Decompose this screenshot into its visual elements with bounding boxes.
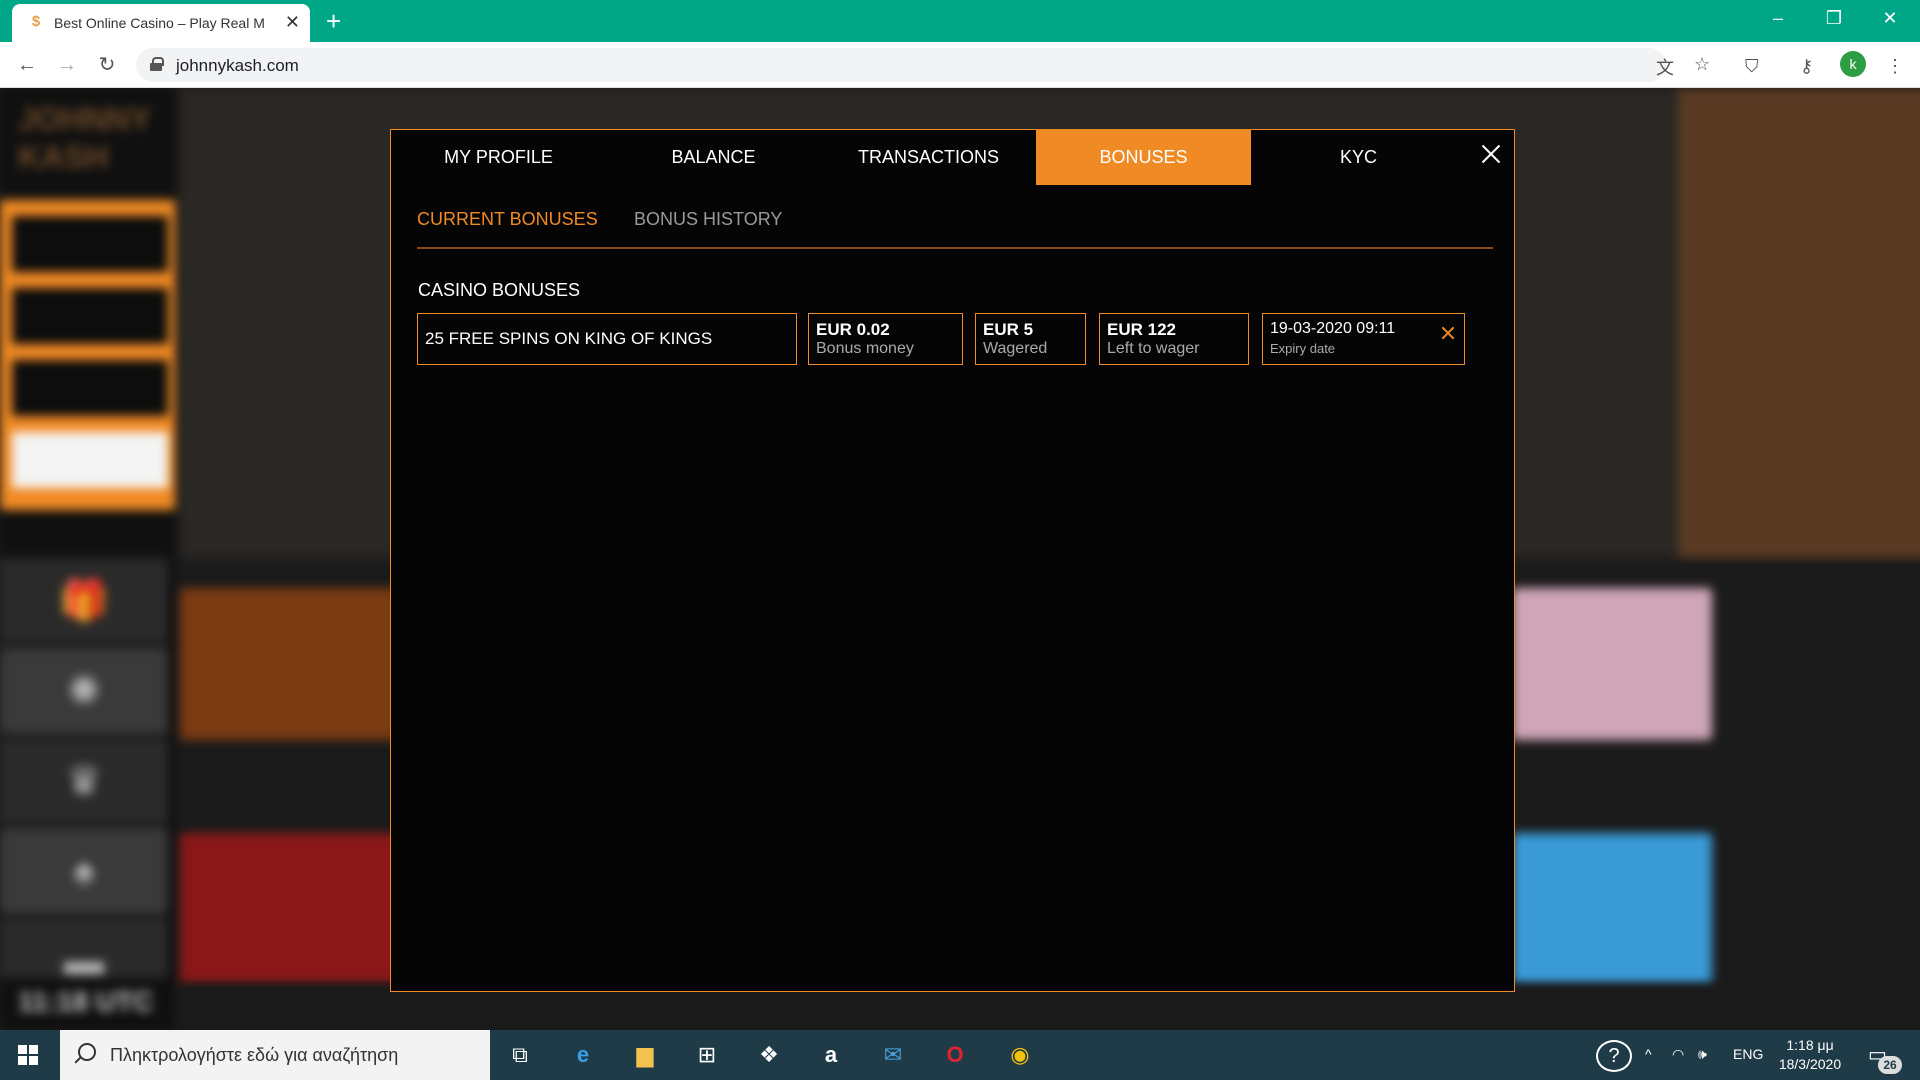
minimize-icon[interactable]: – [1758, 6, 1798, 30]
tab-my-profile[interactable]: MY PROFILE [391, 130, 606, 185]
account-panel [0, 200, 175, 510]
site-logo: JOHNNY KASH [18, 101, 152, 175]
url-text[interactable]: johnnykash.com [176, 56, 299, 76]
chrome-icon[interactable]: ◉ [1005, 1040, 1035, 1070]
bonus-money-label: Bonus money [816, 340, 914, 357]
browser-titlebar: $ Best Online Casino – Play Real M ✕ + –… [0, 0, 1920, 42]
reload-icon[interactable]: ↻ [94, 52, 120, 78]
tab-bonuses[interactable]: BONUSES [1036, 130, 1251, 185]
file-explorer-icon[interactable]: ▆ [630, 1040, 660, 1070]
left-to-wager-label: Left to wager [1107, 340, 1200, 357]
opera-icon[interactable]: O [940, 1040, 970, 1070]
wagered-label: Wagered [983, 340, 1048, 357]
shop-icon[interactable]: ▬ [0, 918, 168, 983]
dollar-icon: $ [31, 13, 41, 30]
left-to-wager-box: EUR 122 Left to wager [1099, 313, 1249, 365]
profile-avatar[interactable]: k [1840, 51, 1866, 77]
tray-expand-icon[interactable]: ^ [1645, 1046, 1652, 1062]
address-bar[interactable]: johnnykash.com 文 ☆ [136, 48, 1710, 82]
expiry-date-value: 19-03-2020 09:11 [1270, 320, 1396, 337]
taskbar-search-box[interactable]: Πληκτρολογήστε εδώ για αναζήτηση [60, 1030, 490, 1080]
mail-icon[interactable]: ✉ [878, 1040, 908, 1070]
wagered-box: EUR 5 Wagered [975, 313, 1086, 365]
hero-glow [1678, 88, 1920, 558]
browser-toolbar: ← → ↻ johnnykash.com 文 ☆ ⛉ ⚷ ⋮ [0, 42, 1920, 88]
tournament-icon[interactable]: ♠ [0, 828, 168, 914]
dropbox-icon[interactable]: ❖ [754, 1040, 784, 1070]
taskbar-search-placeholder[interactable]: Πληκτρολογήστε εδώ για αναζήτηση [110, 1045, 398, 1066]
lock-icon[interactable] [150, 57, 164, 71]
volume-icon[interactable]: 🕪 [1698, 1046, 1707, 1063]
left-to-wager-value: EUR 122 [1107, 320, 1176, 339]
subtab-bonus-history[interactable]: BONUS HISTORY [634, 209, 782, 230]
back-icon[interactable]: ← [14, 52, 40, 78]
modal-tabs: MY PROFILE BALANCE TRANSACTIONS BONUSES … [391, 130, 1515, 185]
left-sidebar: JOHNNY KASH 🎁 ✺ ♛ ♠ ▬ [0, 88, 175, 1030]
browser-tab[interactable]: $ Best Online Casino – Play Real M ✕ [12, 4, 310, 42]
edge-icon[interactable]: e [568, 1040, 598, 1070]
section-title: CASINO BONUSES [418, 280, 581, 300]
gift-icon[interactable]: 🎁 [0, 558, 168, 644]
game-tile[interactable] [180, 588, 418, 740]
translate-icon[interactable]: 文 [1656, 54, 1674, 80]
help-icon[interactable]: ? [1596, 1040, 1632, 1072]
new-tab-button[interactable]: + [326, 6, 341, 36]
store-icon[interactable]: ⊞ [692, 1040, 722, 1070]
key-icon[interactable]: ⚷ [1800, 56, 1813, 77]
balance-button[interactable] [12, 216, 168, 272]
bonus-money-value: EUR 0.02 [816, 320, 890, 339]
deposit-button[interactable] [12, 432, 168, 488]
bonus-name: 25 FREE SPINS ON KING OF KINGS [417, 313, 797, 365]
tab-balance[interactable]: BALANCE [606, 130, 821, 185]
crown-icon[interactable]: ♛ [0, 738, 168, 824]
windows-start-icon[interactable] [18, 1045, 38, 1065]
wagered-value: EUR 5 [983, 320, 1034, 339]
notification-count-badge: 26 [1878, 1056, 1902, 1074]
game-tile[interactable] [180, 833, 418, 985]
window-close-icon[interactable]: ✕ [1870, 6, 1910, 30]
account-button[interactable] [12, 288, 168, 344]
tab-transactions[interactable]: TRANSACTIONS [821, 130, 1036, 185]
forward-icon[interactable]: → [54, 52, 80, 78]
system-clock[interactable]: 1:18 μμ 18/3/2020 [1774, 1036, 1846, 1074]
utc-clock: 11:18 UTC [18, 986, 154, 1017]
game-tile[interactable] [1512, 588, 1712, 740]
subtab-divider [417, 247, 1493, 249]
wifi-icon[interactable]: ◠ [1672, 1046, 1684, 1063]
game-tile[interactable] [1512, 833, 1712, 985]
extension-shield-icon[interactable]: ⛉ [1745, 56, 1759, 77]
bonus-money-box: EUR 0.02 Bonus money [808, 313, 963, 365]
tab-title: Best Online Casino – Play Real M [54, 15, 265, 31]
language-indicator[interactable]: ENG [1733, 1046, 1763, 1062]
cancel-bonus-icon[interactable] [1441, 326, 1455, 340]
clock-time: 1:18 μμ [1786, 1037, 1834, 1053]
account-modal: MY PROFILE BALANCE TRANSACTIONS BONUSES … [390, 129, 1515, 992]
restore-icon[interactable]: ❐ [1814, 6, 1854, 30]
amazon-icon[interactable]: a [816, 1040, 846, 1070]
withdraw-button[interactable] [12, 360, 168, 416]
search-icon [78, 1043, 96, 1061]
close-modal-icon[interactable] [1479, 142, 1503, 166]
expiry-date-label: Expiry date [1270, 341, 1336, 356]
clock-date: 18/3/2020 [1778, 1056, 1842, 1072]
expiry-box: 19-03-2020 09:11 Expiry date [1262, 313, 1465, 365]
bookmark-star-icon[interactable]: ☆ [1694, 54, 1710, 75]
close-tab-icon[interactable]: ✕ [285, 12, 300, 32]
task-view-icon[interactable]: ⧉ [505, 1040, 535, 1070]
subtab-current-bonuses[interactable]: CURRENT BONUSES [417, 209, 598, 230]
windows-taskbar: Πληκτρολογήστε εδώ για αναζήτηση ⧉ e ▆ ⊞… [0, 1030, 1920, 1080]
menu-dots-icon[interactable]: ⋮ [1886, 56, 1904, 77]
tab-kyc[interactable]: KYC [1251, 130, 1466, 185]
wheel-icon[interactable]: ✺ [0, 648, 168, 734]
